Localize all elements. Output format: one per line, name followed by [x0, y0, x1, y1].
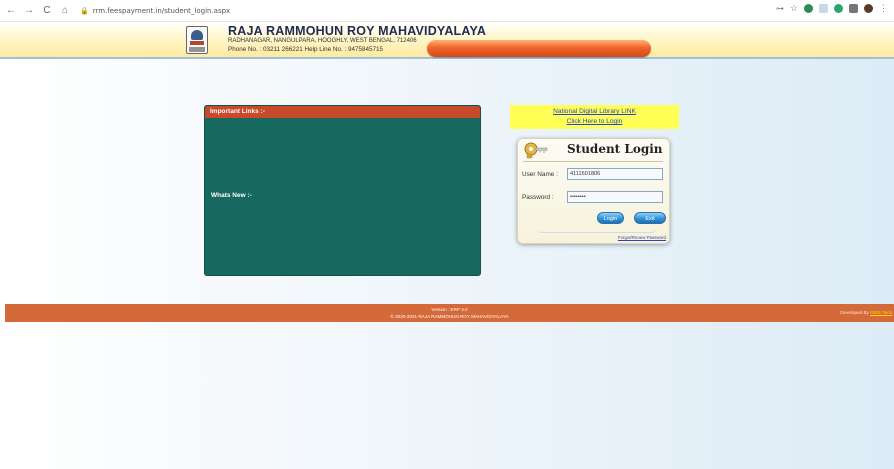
ndl-link-title[interactable]: National Digital Library LINK	[510, 107, 679, 117]
ndl-link-box: National Digital Library LINK Click Here…	[510, 105, 679, 129]
username-label: User Name :	[522, 171, 558, 178]
username-input[interactable]	[567, 168, 663, 180]
footer-version: Version : ERP 4.0	[431, 307, 468, 312]
reload-icon[interactable]: C	[40, 5, 54, 16]
whats-new-label: Whats New :-	[211, 192, 252, 199]
header-decorative-bar	[427, 40, 651, 57]
login-divider	[523, 161, 663, 162]
college-name: RAJA RAMMOHUN ROY MAHAVIDYALAYA	[228, 24, 487, 38]
back-arrow-icon[interactable]: ←	[4, 5, 18, 16]
ndl-login-link[interactable]: Click Here to Login	[510, 117, 679, 127]
browser-toolbar: ← → C ⌂ 🔒 rrm.feespayment.in/student_log…	[0, 0, 894, 22]
profile-avatar-icon[interactable]	[864, 4, 873, 13]
site-header: RAJA RAMMOHUN ROY MAHAVIDYALAYA RADHANAG…	[0, 22, 894, 59]
password-label: Password :	[522, 194, 554, 201]
college-address: RADHANAGAR, NANGULPARA, HOOGHLY, WEST BE…	[228, 38, 417, 44]
key-icon[interactable]: ⊶	[776, 4, 784, 13]
important-links-title: Important Links :-	[205, 106, 480, 118]
password-input[interactable]	[567, 191, 663, 203]
developer-link[interactable]: INDS Tech	[870, 310, 892, 315]
extension-circle-icon[interactable]	[834, 4, 843, 13]
college-phone: Phone No. : 03211 266221 Help Line No. :…	[228, 46, 383, 53]
footer-developed-label: Developed By	[840, 310, 871, 315]
forward-arrow-icon[interactable]: →	[22, 5, 36, 16]
student-login-title: Student Login	[567, 142, 663, 156]
bookmark-star-icon[interactable]: ☆	[790, 4, 798, 13]
extensions-puzzle-icon[interactable]	[849, 4, 858, 13]
site-footer: Version : ERP 4.0 © 2020-2021 RAJA RAMMO…	[5, 304, 894, 322]
menu-dots-icon[interactable]: ⋮	[879, 4, 888, 13]
footer-copyright: © 2020-2021 RAJA RAMMOHUN ROY MAHAVIDYAL…	[390, 314, 509, 319]
login-button[interactable]: Login	[597, 212, 624, 224]
extension-grid-icon[interactable]	[819, 4, 828, 13]
lock-icon: 🔒	[80, 6, 89, 15]
student-login-box: Student Login User Name : Password : Log…	[517, 138, 670, 244]
address-bar[interactable]: 🔒 rrm.feespayment.in/student_login.aspx	[80, 7, 230, 15]
home-icon[interactable]: ⌂	[58, 5, 72, 16]
extension-green-icon[interactable]	[804, 4, 813, 13]
forgot-password-link[interactable]: Forgot/Renew Password	[618, 235, 666, 240]
keys-icon	[524, 142, 548, 159]
exit-button[interactable]: Exit	[634, 212, 666, 224]
footer-developed-by: Developed By INDS Tech	[840, 310, 892, 315]
important-links-panel: Important Links :- Whats New :-	[204, 105, 481, 276]
extension-icons: ⊶ ☆ ⋮	[776, 4, 888, 13]
address-bar-url: rrm.feespayment.in/student_login.aspx	[92, 6, 231, 15]
login-decoration	[537, 228, 657, 233]
college-logo-icon	[186, 26, 208, 54]
